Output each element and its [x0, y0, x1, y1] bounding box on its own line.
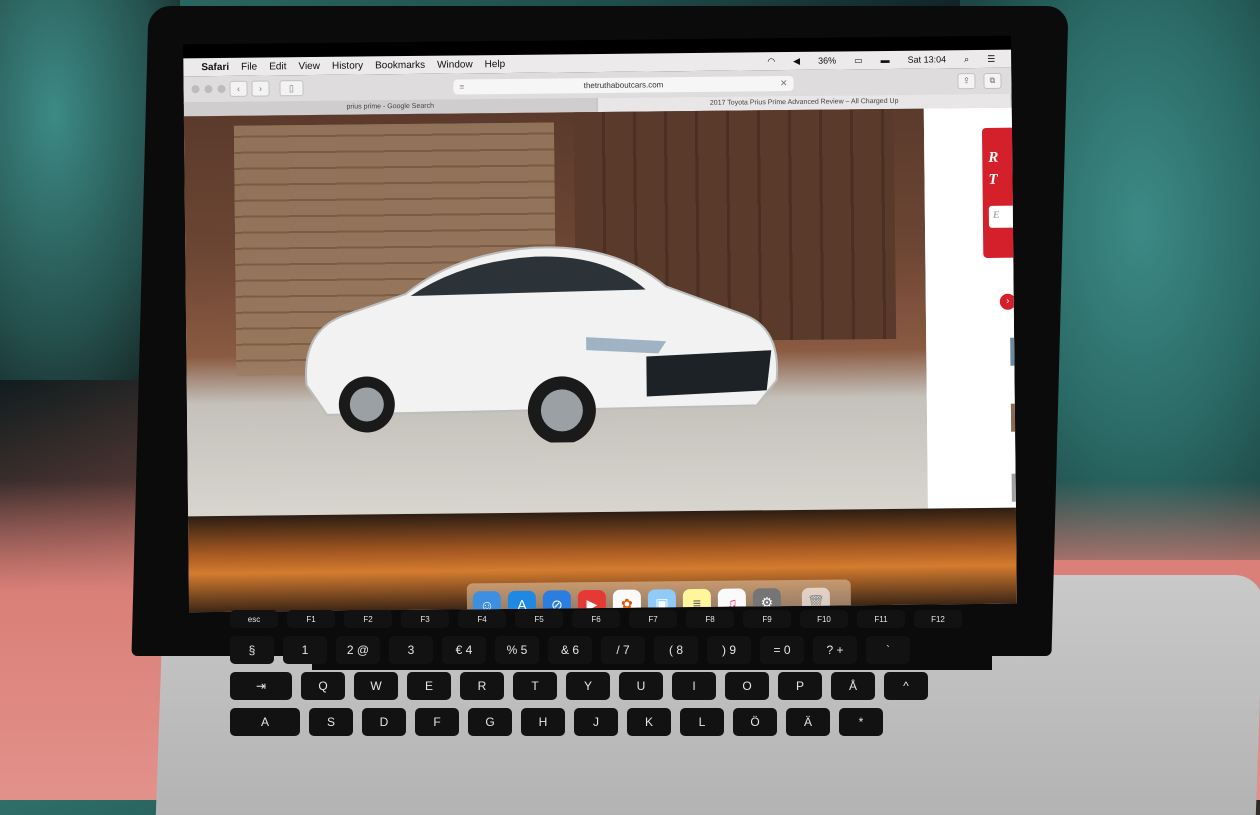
key-f3[interactable]: F3 [401, 610, 449, 628]
key-h[interactable]: H [521, 708, 565, 736]
key-tab[interactable]: ⇥ [230, 672, 292, 700]
key-grave[interactable]: ` [866, 636, 910, 664]
key-w[interactable]: W [354, 672, 398, 700]
key-f12[interactable]: F12 [914, 610, 962, 628]
key-7[interactable]: / 7 [601, 636, 645, 664]
toolbar-right-actions: ⇪ ⧉ [957, 72, 1011, 90]
key-g[interactable]: G [468, 708, 512, 736]
car-photo [305, 246, 779, 445]
key-f2[interactable]: F2 [344, 610, 392, 628]
menu-file[interactable]: File [241, 61, 257, 72]
menu-edit[interactable]: Edit [269, 61, 286, 72]
sidebar-toggle-button[interactable]: ▯ [279, 80, 304, 97]
flag-icon[interactable]: ▬ [881, 55, 890, 65]
notification-center-icon[interactable]: ☰ [987, 53, 995, 64]
key-f1[interactable]: F1 [287, 610, 335, 628]
volume-icon[interactable]: ◀ [793, 55, 800, 66]
close-window-button[interactable] [191, 85, 200, 94]
key-f8[interactable]: F8 [686, 610, 734, 628]
key-i[interactable]: I [672, 672, 716, 700]
key-esc[interactable]: esc [230, 610, 278, 628]
stop-loading-icon[interactable]: ✕ [780, 78, 788, 89]
key-f5[interactable]: F5 [515, 610, 563, 628]
key-s[interactable]: S [309, 708, 353, 736]
key-8[interactable]: ( 8 [654, 636, 698, 664]
key-o-umlaut[interactable]: Ö [733, 708, 777, 736]
key-r[interactable]: R [460, 672, 504, 700]
key-plus[interactable]: ? + [813, 636, 857, 664]
key-0[interactable]: = 0 [760, 636, 804, 664]
key-k[interactable]: K [627, 708, 671, 736]
key-3[interactable]: 3 [389, 636, 433, 664]
battery-percent[interactable]: 36% [818, 56, 836, 66]
reader-icon[interactable]: ≡ [459, 82, 464, 91]
minimize-window-button[interactable] [204, 85, 213, 94]
menu-status-area: ◠ ◀ 36% ▭ ▬ Sat 13:04 ⌕ ☰ [761, 53, 1011, 67]
tabs-overview-button[interactable]: ⧉ [983, 72, 1002, 89]
laptop-screen: Safari File Edit View History Bookmarks … [183, 35, 1017, 613]
key-section[interactable]: § [230, 636, 274, 664]
battery-icon[interactable]: ▭ [854, 55, 863, 66]
key-asterisk[interactable]: * [839, 708, 883, 736]
key-t[interactable]: T [513, 672, 557, 700]
menu-app-name[interactable]: Safari [201, 61, 229, 72]
key-f[interactable]: F [415, 708, 459, 736]
newsletter-email-field[interactable]: E [988, 205, 1017, 228]
key-4[interactable]: € 4 [442, 636, 486, 664]
window-controls [191, 84, 226, 94]
home-letter-row: A S D F G H J K L Ö Ä * [230, 708, 1220, 736]
key-a-ring[interactable]: Å [831, 672, 875, 700]
key-f4[interactable]: F4 [458, 610, 506, 628]
keyboard: esc F1 F2 F3 F4 F5 F6 F7 F8 F9 F10 F11 F… [230, 610, 1220, 744]
menu-help[interactable]: Help [485, 58, 506, 69]
number-key-row: § 1 2 @ 3 € 4 % 5 & 6 / 7 ( 8 ) 9 = 0 ? … [230, 636, 1220, 664]
key-p[interactable]: P [778, 672, 822, 700]
key-u[interactable]: U [619, 672, 663, 700]
key-e[interactable]: E [407, 672, 451, 700]
promo-letter-r: R [988, 149, 999, 166]
address-bar[interactable]: ≡ thetruthaboutcars.com ✕ [453, 75, 794, 95]
back-button[interactable]: ‹ [229, 80, 248, 97]
menu-history[interactable]: History [332, 60, 363, 71]
page-sidebar: R T E › [923, 107, 1017, 509]
share-button[interactable]: ⇪ [957, 73, 976, 90]
key-caret[interactable]: ^ [884, 672, 928, 700]
key-9[interactable]: ) 9 [707, 636, 751, 664]
key-d[interactable]: D [362, 708, 406, 736]
newsletter-promo: R T E [981, 127, 1017, 258]
email-field-text: E [992, 209, 1000, 221]
menu-view[interactable]: View [298, 60, 320, 71]
menu-window[interactable]: Window [437, 59, 473, 70]
key-f9[interactable]: F9 [743, 610, 791, 628]
key-l[interactable]: L [680, 708, 724, 736]
menu-bookmarks[interactable]: Bookmarks [375, 59, 425, 71]
section-arrow-icon[interactable]: › [999, 293, 1016, 310]
article-hero-image [183, 108, 928, 517]
key-f7[interactable]: F7 [629, 610, 677, 628]
top-letter-row: ⇥ Q W E R T Y U I O P Å ^ [230, 672, 1220, 700]
key-6[interactable]: & 6 [548, 636, 592, 664]
key-5[interactable]: % 5 [495, 636, 539, 664]
address-text: thetruthaboutcars.com [583, 79, 664, 90]
key-f11[interactable]: F11 [857, 610, 905, 628]
key-o[interactable]: O [725, 672, 769, 700]
key-1[interactable]: 1 [283, 636, 327, 664]
key-y[interactable]: Y [566, 672, 610, 700]
promo-letter-t: T [988, 171, 998, 188]
key-a-umlaut[interactable]: Ä [786, 708, 830, 736]
wifi-icon[interactable]: ◠ [767, 56, 775, 67]
function-key-row: esc F1 F2 F3 F4 F5 F6 F7 F8 F9 F10 F11 F… [230, 610, 1220, 628]
key-j[interactable]: J [574, 708, 618, 736]
clock[interactable]: Sat 13:04 [908, 54, 947, 64]
key-f6[interactable]: F6 [572, 610, 620, 628]
key-a[interactable]: A [230, 708, 300, 736]
key-2[interactable]: 2 @ [336, 636, 380, 664]
zoom-window-button[interactable] [217, 84, 226, 93]
web-page: R T E › ☺ A ⊘ ▶ ✿ ▣ ≡ ♫ ⚙ 🗑 [183, 107, 1017, 613]
forward-button[interactable]: › [251, 80, 270, 97]
spotlight-icon[interactable]: ⌕ [964, 54, 969, 65]
key-f10[interactable]: F10 [800, 610, 848, 628]
key-q[interactable]: Q [301, 672, 345, 700]
